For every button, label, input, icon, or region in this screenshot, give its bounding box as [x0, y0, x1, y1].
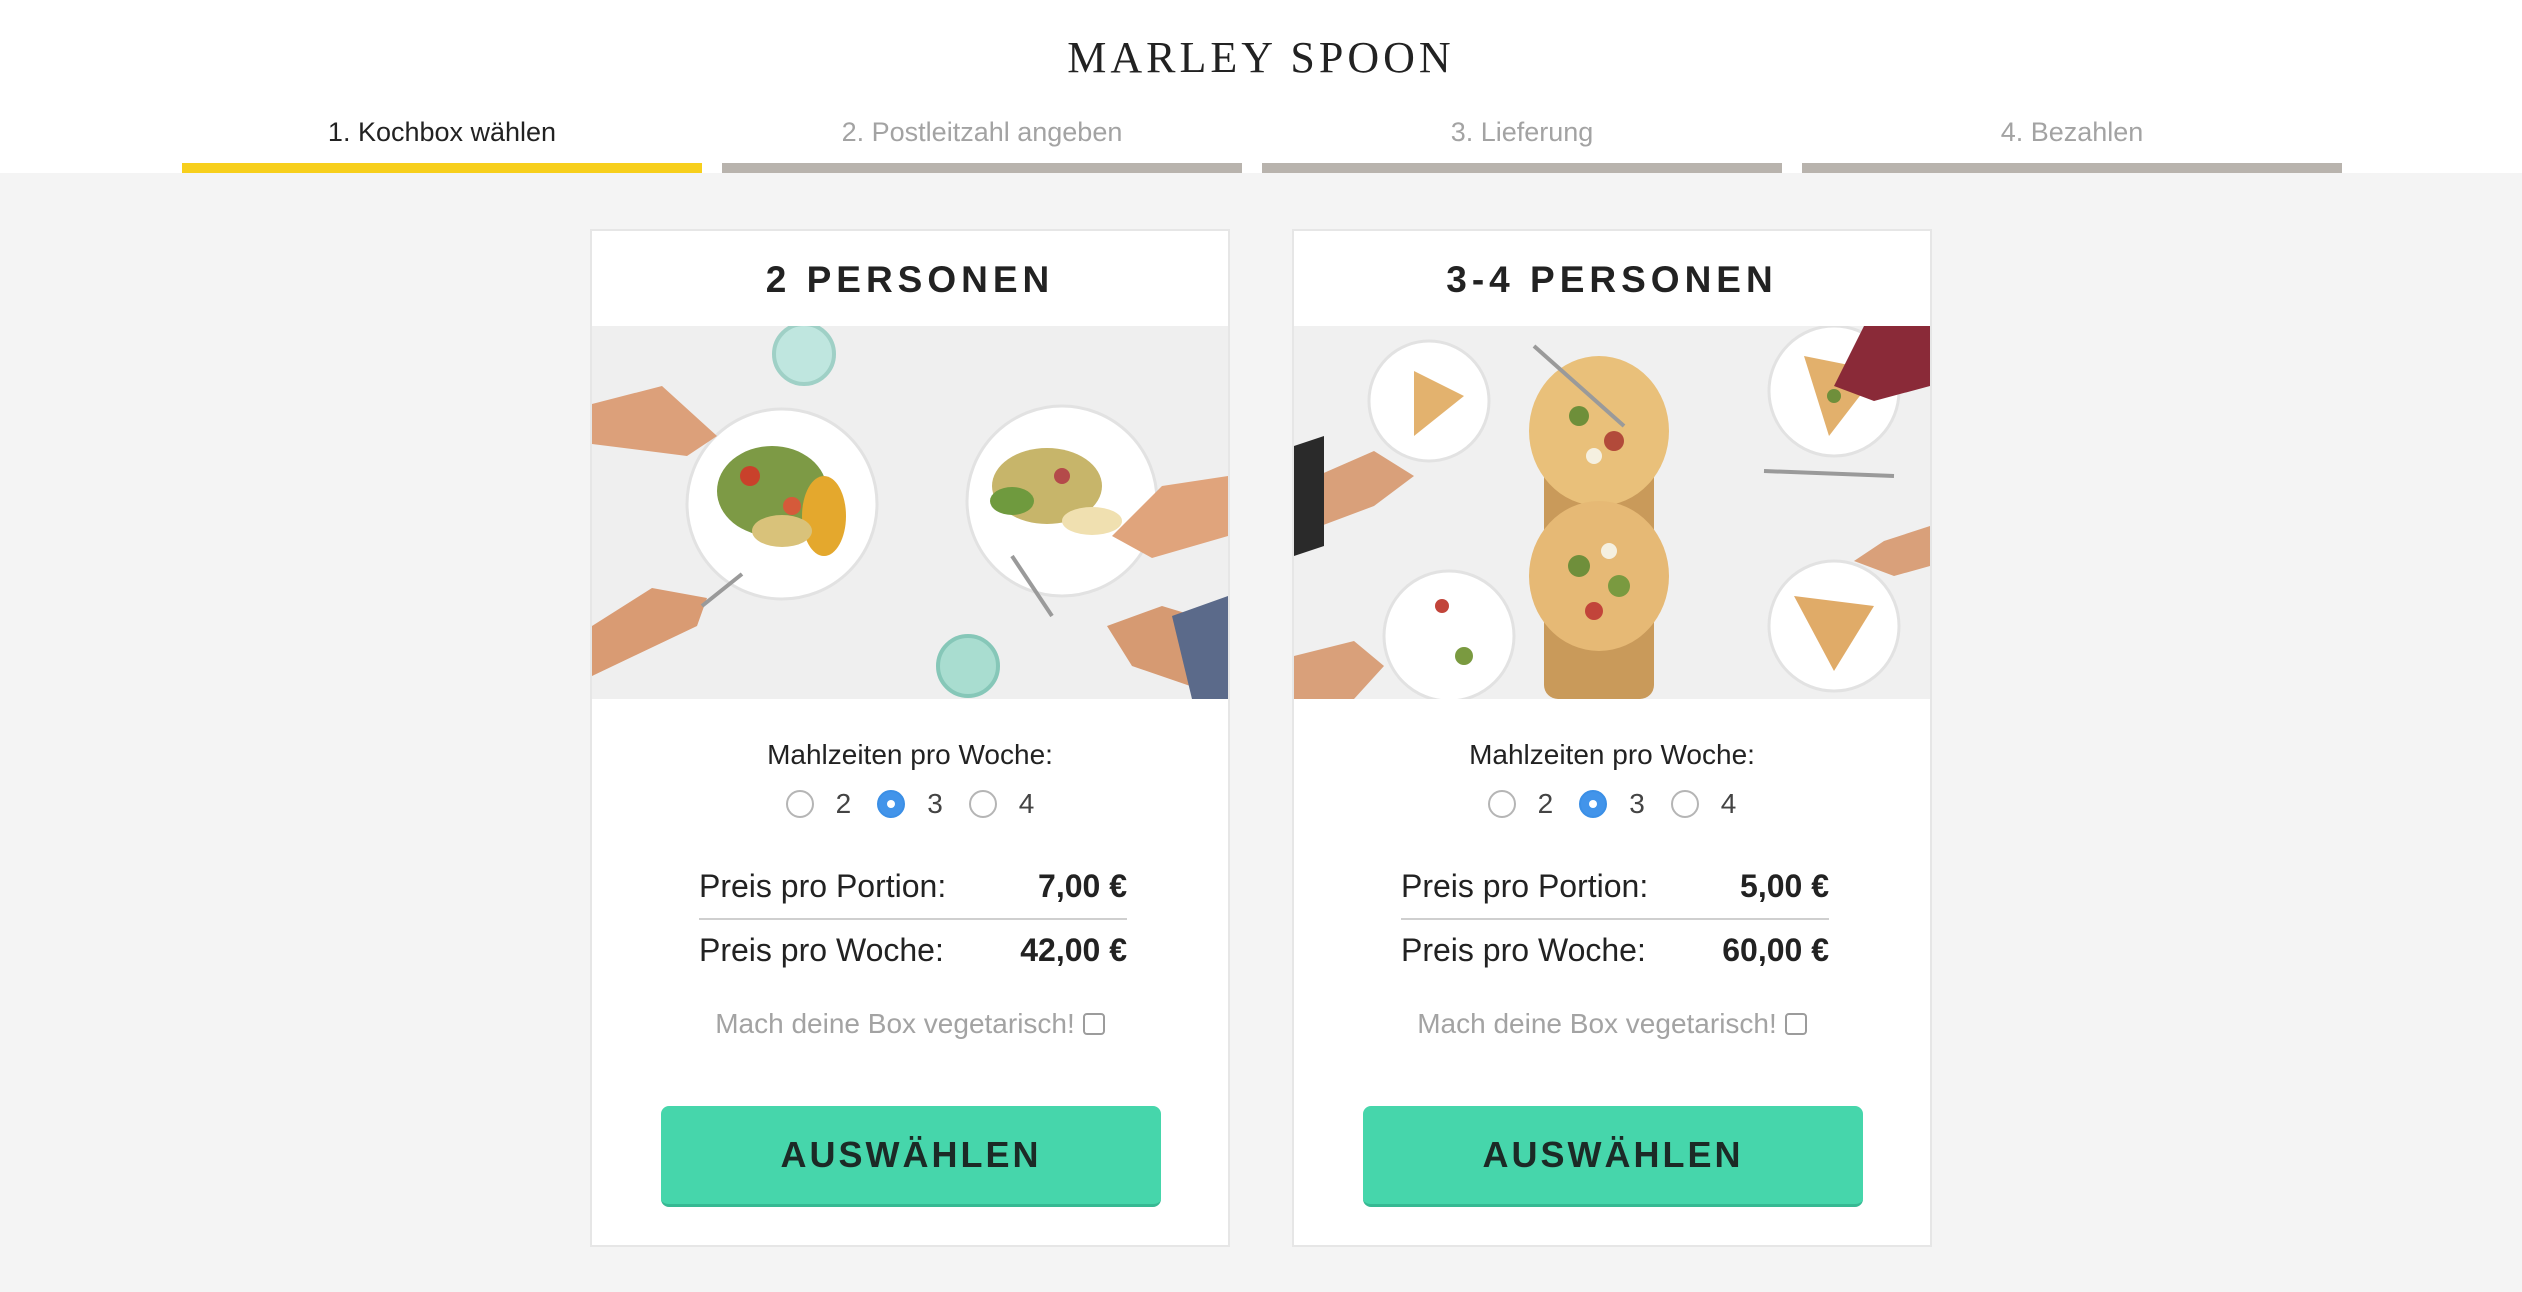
meals-option-2[interactable]: 2 [785, 787, 852, 821]
price-per-week-row: Preis pro Woche: 42,00 € [699, 932, 1127, 969]
price-per-week-value: 60,00 € [1722, 932, 1829, 968]
checkout-steps: 1. Kochbox wählen 2. Postleitzahl angebe… [182, 110, 2342, 173]
meals-option-4[interactable]: 4 [1670, 787, 1737, 821]
step-kochbox[interactable]: 1. Kochbox wählen [182, 110, 702, 173]
meals-radio-group: 2 3 4 [592, 787, 1228, 821]
step-progress-bar [182, 163, 702, 173]
step-postleitzahl[interactable]: 2. Postleitzahl angeben [722, 110, 1242, 173]
vegetarian-option[interactable]: Mach deine Box vegetarisch! [1294, 1008, 1930, 1040]
step-progress-bar [1802, 163, 2342, 173]
vegetarian-label: Mach deine Box vegetarisch! [715, 1008, 1075, 1039]
price-per-portion-row: Preis pro Portion: 5,00 € [1401, 868, 1829, 905]
food-photo [592, 326, 1228, 699]
vegetarian-label: Mach deine Box vegetarisch! [1417, 1008, 1777, 1039]
site-header: MARLEY SPOON 1. Kochbox wählen 2. Postle… [0, 0, 2522, 173]
step-label: 1. Kochbox wählen [327, 117, 557, 147]
radio-button[interactable] [785, 790, 814, 818]
brand-logo[interactable]: MARLEY SPOON [0, 32, 2522, 83]
radio-label: 3 [1629, 788, 1645, 819]
price-per-week-value: 42,00 € [1020, 932, 1127, 968]
price-per-week-row: Preis pro Woche: 60,00 € [1401, 932, 1829, 969]
radio-button[interactable] [1670, 790, 1699, 818]
vegetarian-checkbox[interactable] [1784, 1013, 1807, 1035]
radio-button[interactable] [1487, 790, 1516, 818]
step-label: 3. Lieferung [1450, 117, 1594, 147]
step-progress-bar [1262, 163, 1782, 173]
vegetarian-checkbox[interactable] [1082, 1013, 1105, 1035]
radio-label: 4 [1720, 788, 1737, 819]
price-per-portion-row: Preis pro Portion: 7,00 € [699, 868, 1127, 905]
radio-label: 2 [1537, 788, 1554, 819]
plan-card-2-personen: 2 PERSONEN Mahlzeiten pro Woche: 2 3 4 P… [590, 229, 1230, 1247]
radio-button[interactable] [968, 790, 997, 818]
radio-button[interactable] [1579, 790, 1608, 818]
radio-label: 4 [1018, 788, 1035, 819]
meals-option-3[interactable]: 3 [1579, 787, 1645, 821]
price-per-portion-label: Preis pro Portion: [1401, 868, 1649, 904]
meals-option-3[interactable]: 3 [877, 787, 943, 821]
radio-button[interactable] [877, 790, 906, 818]
price-per-portion-value: 5,00 € [1740, 868, 1829, 904]
meals-option-4[interactable]: 4 [968, 787, 1035, 821]
step-label: 2. Postleitzahl angeben [841, 117, 1123, 147]
meals-radio-group: 2 3 4 [1294, 787, 1930, 821]
price-divider [699, 918, 1127, 920]
price-per-portion-value: 7,00 € [1038, 868, 1127, 904]
meals-per-week-label: Mahlzeiten pro Woche: [767, 739, 1053, 770]
select-plan-button[interactable]: AUSWÄHLEN [661, 1106, 1161, 1207]
price-per-week-label: Preis pro Woche: [1401, 932, 1646, 968]
step-progress-bar [722, 163, 1242, 173]
select-plan-button[interactable]: AUSWÄHLEN [1363, 1106, 1863, 1207]
plan-title: 3-4 PERSONEN [1446, 259, 1778, 300]
step-bezahlen[interactable]: 4. Bezahlen [1802, 110, 2342, 173]
vegetarian-option[interactable]: Mach deine Box vegetarisch! [592, 1008, 1228, 1040]
radio-label: 2 [835, 788, 852, 819]
plan-card-3-4-personen: 3-4 PERSONEN Mahlzeiten pro Woche: 2 3 4… [1292, 229, 1932, 1247]
radio-label: 3 [927, 788, 943, 819]
step-label: 4. Bezahlen [2000, 117, 2144, 147]
meals-option-2[interactable]: 2 [1487, 787, 1554, 821]
price-per-portion-label: Preis pro Portion: [699, 868, 947, 904]
step-lieferung[interactable]: 3. Lieferung [1262, 110, 1782, 173]
plan-title: 2 PERSONEN [765, 259, 1055, 300]
meals-per-week-label: Mahlzeiten pro Woche: [1469, 739, 1755, 770]
price-per-week-label: Preis pro Woche: [699, 932, 944, 968]
price-divider [1401, 918, 1829, 920]
food-photo [1294, 326, 1930, 699]
